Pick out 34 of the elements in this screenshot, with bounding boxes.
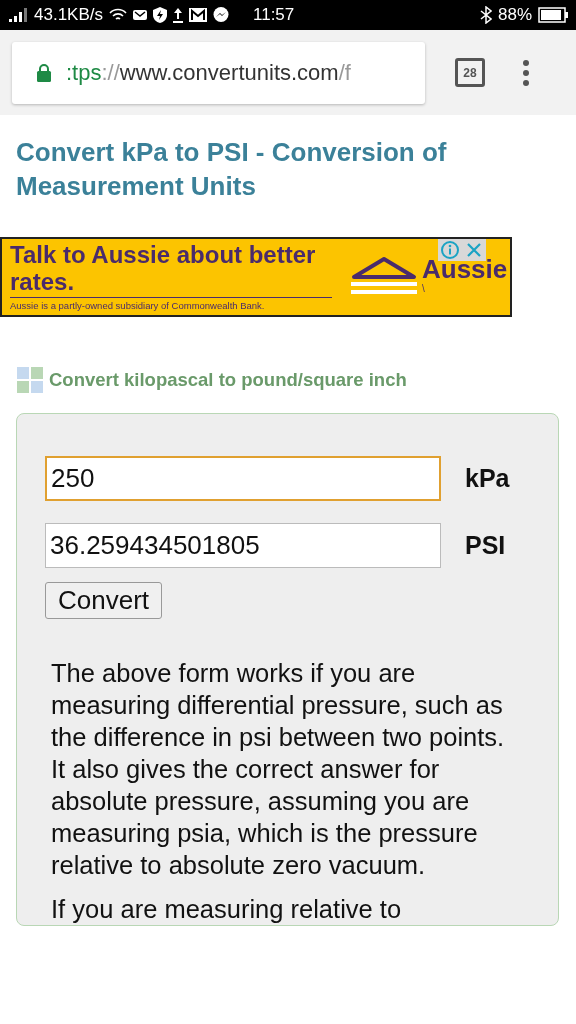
messenger-icon (213, 7, 229, 23)
page-title: Convert kPa to PSI - Conversion of Measurement Units (15, 136, 448, 203)
shield-icon (153, 7, 167, 23)
ad-mark: \ (422, 283, 426, 294)
url-text: :tps://www.convertunits.com/f (66, 59, 351, 86)
ad-logo: Aussie (422, 255, 508, 283)
tab-count-button[interactable]: 28 (455, 58, 485, 87)
menu-icon[interactable] (521, 58, 531, 87)
ad-disclaimer: Aussie is a partly-owned subsidiary of Commonwealth Bank. (10, 300, 266, 311)
grid-icon (17, 367, 43, 393)
info-icon[interactable] (438, 239, 462, 261)
unit-label: kPa (465, 464, 510, 493)
bluetooth-icon (479, 6, 492, 24)
value-field[interactable]: 250 (45, 456, 441, 501)
ad-headline: Talk to Aussie about better rates. (10, 241, 332, 298)
unit-label: PSI (465, 531, 506, 560)
gmail-icon (189, 8, 207, 22)
battery-percent: 88% (497, 5, 532, 25)
clock: 11:57 (253, 5, 295, 25)
convert-button[interactable]: Convert (45, 582, 163, 619)
network-speed: 43.1KB/s (34, 5, 103, 25)
battery-icon (538, 7, 568, 23)
upload-icon (173, 7, 183, 23)
description-paragraph: If you are measuring relative to (51, 894, 403, 925)
wifi-icon (109, 8, 127, 22)
mail-icon (133, 9, 147, 21)
signal-icon (8, 7, 28, 23)
description-paragraph: The above form works if you are measuring differential pressure, such as the difference in psi between two points. It also gives the correct answer for absolute pressure, assuming you are measuring psia, which is the pressure relative to absolute zero vacuum. (51, 658, 506, 881)
ad-banner[interactable]: Talk to Aussie about better rates. Aussie is a partly-owned subsidiary of Commonwealth Bank. Aussie \ (0, 237, 512, 317)
lock-icon (36, 62, 52, 83)
roof-icon (350, 255, 418, 297)
address-bar[interactable]: :tps://www.convertunits.com/f (12, 41, 425, 104)
converter-heading: Convert kilopascal to pound/square inch (49, 369, 407, 391)
value-field[interactable]: 36.259434501805 (45, 523, 441, 568)
